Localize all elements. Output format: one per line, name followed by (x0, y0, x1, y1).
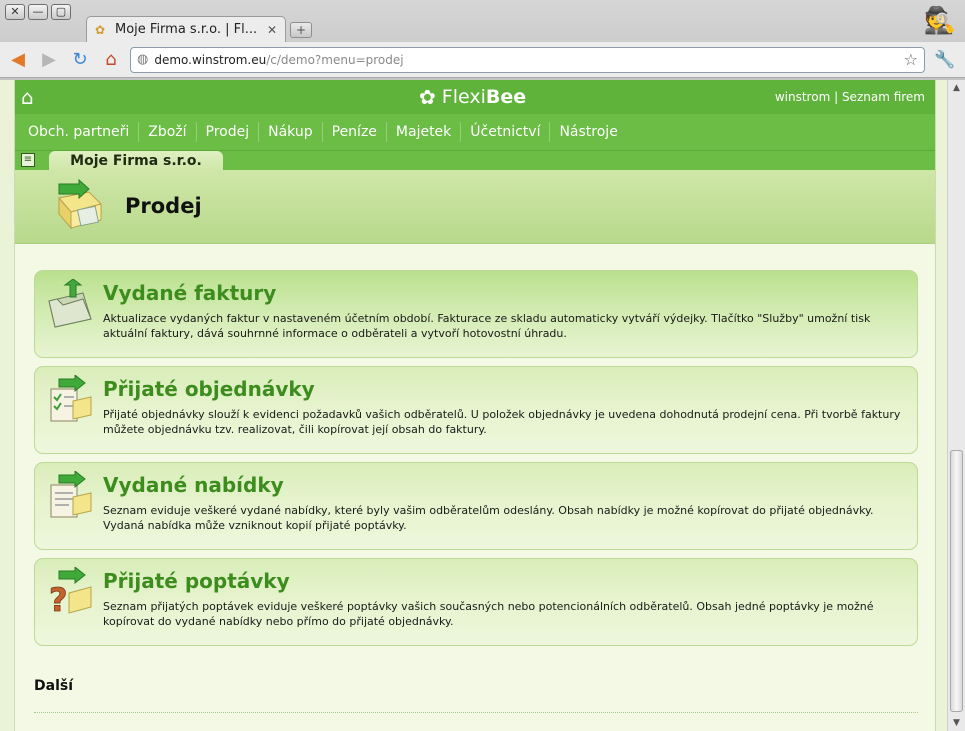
menu-item-sales[interactable]: Prodej (197, 122, 260, 142)
page-header: Prodej (15, 170, 935, 244)
new-tab-button[interactable]: + (290, 22, 312, 38)
orders-checklist-icon (50, 375, 92, 422)
companies-link[interactable]: Seznam firem (842, 90, 925, 104)
section-more-title: Další (34, 678, 73, 694)
menu-item-partners[interactable]: Obch. partneři (19, 122, 140, 142)
card-description: Aktualizace vydaných faktur v nastaveném… (103, 312, 871, 340)
bee-logo-icon: ✿ (419, 85, 436, 109)
card-title[interactable]: Přijaté objednávky (103, 377, 315, 401)
card-title[interactable]: Vydané faktury (103, 281, 276, 305)
page-title: Prodej (125, 194, 202, 218)
top-links: winstrom | Seznam firem (775, 90, 925, 104)
scroll-thumb[interactable] (950, 450, 963, 712)
card-description: Seznam eviduje veškeré vydané nabídky, k… (103, 504, 874, 532)
menu-item-tools[interactable]: Nástroje (550, 122, 626, 142)
company-tabbar: ≡ Moje Firma s.r.o. (15, 150, 935, 171)
address-bar[interactable]: ◍ demo.winstrom.eu/c/demo?menu=prodej ☆ (130, 46, 925, 73)
browser-tab[interactable]: ✿ Moje Firma s.r.o. | Fl... ✕ (86, 16, 286, 42)
inquiry-question-icon: ? (49, 567, 92, 617)
globe-icon: ◍ (137, 52, 149, 67)
wrench-menu-icon[interactable]: 🔧 (929, 47, 961, 73)
window-close-icon[interactable]: ✕ (5, 4, 25, 20)
window-minimize-icon[interactable]: — (28, 4, 48, 20)
tab-close-icon[interactable]: ✕ (267, 23, 277, 37)
back-arrow-icon[interactable]: ◀ (5, 47, 31, 73)
forward-arrow-icon[interactable]: ▶ (36, 47, 62, 73)
user-link[interactable]: winstrom (775, 90, 830, 104)
menu-item-purchase[interactable]: Nákup (259, 122, 323, 142)
menu-toggle-icon[interactable]: ≡ (21, 153, 35, 167)
module-card-issued-offers[interactable]: Vydané nabídky Seznam eviduje veškeré vy… (34, 462, 918, 550)
section-divider (34, 712, 918, 713)
card-description: Seznam přijatých poptávek eviduje vešker… (103, 600, 874, 628)
menu-item-goods[interactable]: Zboží (139, 122, 197, 142)
page-scrollbar[interactable]: ▲ ▼ (947, 80, 965, 731)
card-description: Přijaté objednávky slouží k evidenci pož… (103, 408, 901, 436)
window-controls: ✕ — ▢ (5, 4, 71, 20)
menu-item-accounting[interactable]: Účetnictví (461, 122, 551, 142)
url-text: demo.winstrom.eu/c/demo?menu=prodej (154, 52, 404, 67)
page-viewport: ⌂ ✿ Flexi Bee winstrom | Seznam firem Obc… (0, 80, 965, 731)
module-card-issued-invoices[interactable]: Vydané faktury Aktualizace vydaných fakt… (34, 270, 918, 358)
module-list: Vydané faktury Aktualizace vydaných fakt… (34, 270, 918, 654)
bookmark-star-icon[interactable]: ☆ (904, 50, 918, 69)
menu-item-assets[interactable]: Majetek (387, 122, 462, 142)
offers-document-icon (50, 471, 92, 518)
tab-title: Moje Firma s.r.o. | Fl... (115, 22, 258, 37)
menu-item-money[interactable]: Peníze (323, 122, 387, 142)
module-card-received-inquiries[interactable]: ? Přijaté poptávky Seznam přijatých popt… (34, 558, 918, 646)
scroll-down-arrow-icon[interactable]: ▼ (948, 715, 965, 731)
window-maximize-icon[interactable]: ▢ (51, 4, 71, 20)
browser-toolbar: ◀ ▶ ↻ ⌂ ◍ demo.winstrom.eu/c/demo?menu=p… (0, 42, 965, 78)
scroll-up-arrow-icon[interactable]: ▲ (948, 80, 965, 96)
module-card-received-orders[interactable]: Přijaté objednávky Přijaté objednávky sl… (34, 366, 918, 454)
link-separator: | (830, 90, 842, 104)
app-topbar: ⌂ ✿ Flexi Bee winstrom | Seznam firem (15, 80, 935, 114)
main-menu: Obch. partneři Zboží Prodej Nákup Peníze… (15, 114, 935, 150)
browser-chrome: ✕ — ▢ ✿ Moje Firma s.r.o. | Fl... ✕ + 🕵 … (0, 0, 965, 80)
reload-icon[interactable]: ↻ (67, 47, 93, 73)
incognito-icon: 🕵 (923, 6, 957, 36)
card-title[interactable]: Přijaté poptávky (103, 569, 290, 593)
flexibee-favicon-icon: ✿ (95, 22, 106, 37)
card-title[interactable]: Vydané nabídky (103, 473, 284, 497)
flexibee-logo[interactable]: ✿ Flexi Bee (419, 85, 526, 109)
company-tab[interactable]: Moje Firma s.r.o. (49, 151, 223, 171)
browser-home-icon[interactable]: ⌂ (98, 47, 124, 73)
sales-module-icon (58, 178, 102, 230)
invoice-folder-icon (48, 279, 92, 328)
app-home-icon[interactable]: ⌂ (21, 86, 43, 108)
svg-text:?: ? (49, 581, 68, 617)
